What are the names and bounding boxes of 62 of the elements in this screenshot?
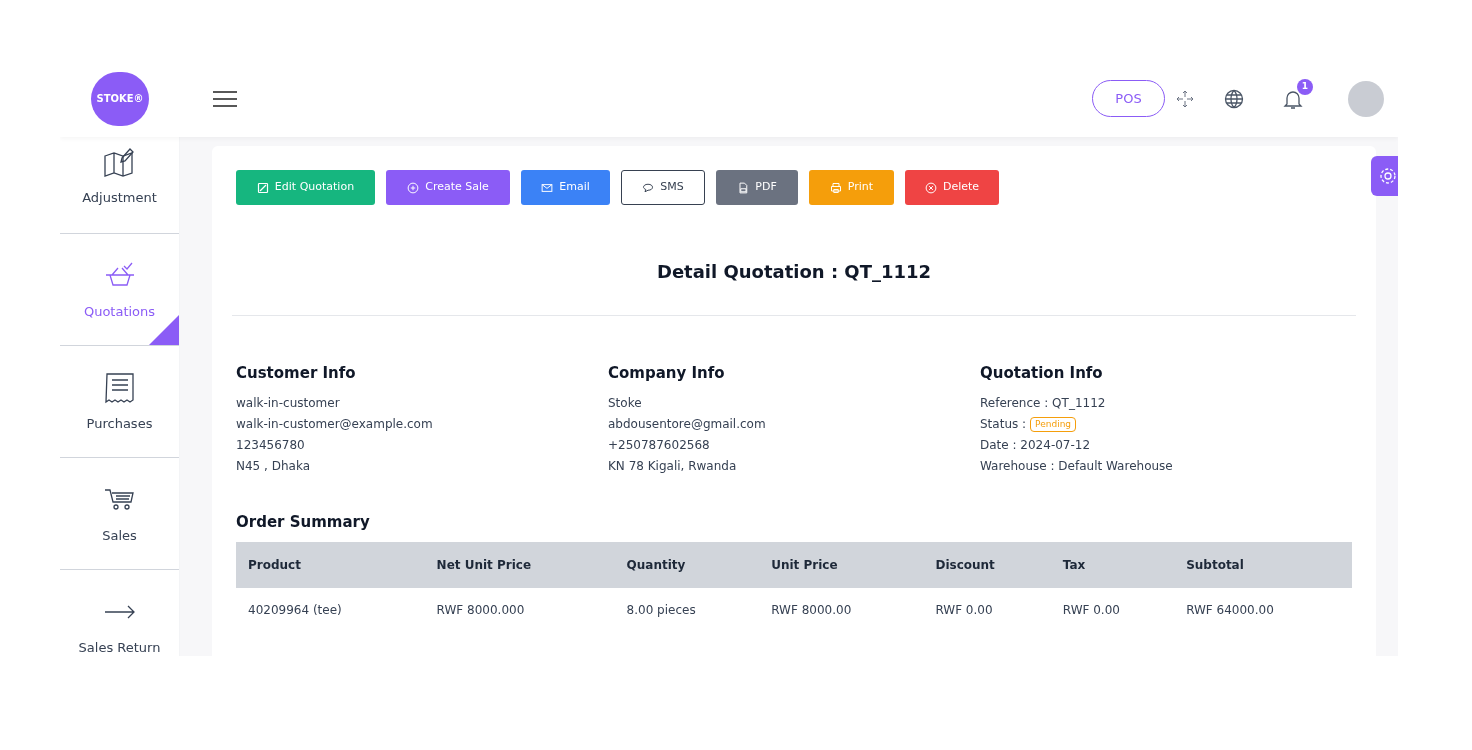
envelope-icon bbox=[541, 181, 554, 194]
section-heading: Company Info bbox=[608, 363, 726, 384]
column-header: Net Unit Price bbox=[424, 542, 615, 588]
info-text: KN 78 Kigali, Rwanda bbox=[608, 457, 738, 475]
action-button[interactable]: Create Sale bbox=[386, 170, 510, 205]
fullscreen-arrows-icon[interactable] bbox=[1175, 88, 1195, 109]
info-text: 123456780 bbox=[236, 436, 306, 454]
action-button[interactable]: PDF bbox=[716, 170, 798, 205]
edit-icon bbox=[256, 181, 269, 194]
section-heading: Order Summary bbox=[236, 511, 371, 533]
column-header: Discount bbox=[923, 542, 1051, 588]
table-cell: RWF 0.00 bbox=[923, 588, 1051, 632]
sidebar-item[interactable]: Sales Return bbox=[60, 570, 179, 656]
section-heading: Customer Info bbox=[236, 363, 357, 384]
document-icon bbox=[737, 181, 750, 194]
logo[interactable]: STOKE® bbox=[91, 71, 149, 126]
sidebar-item[interactable]: Purchases bbox=[60, 346, 179, 458]
sidebar-label: Purchases bbox=[86, 414, 153, 433]
x-circle-icon bbox=[924, 181, 937, 194]
table-cell: RWF 8000.00 bbox=[759, 588, 924, 632]
column-header: Product bbox=[236, 542, 425, 588]
info-text: walk-in-customer bbox=[236, 394, 341, 412]
plus-circle-icon bbox=[407, 181, 420, 194]
info-text: Date : 2024-07-12 bbox=[980, 436, 1092, 454]
info-text: Reference : QT_1112 bbox=[980, 394, 1107, 412]
status-badge: Pending bbox=[1030, 416, 1077, 432]
sidebar-label: Quotations bbox=[83, 302, 156, 321]
info-text: walk-in-customer@example.com bbox=[236, 415, 434, 433]
action-button[interactable]: SMS bbox=[621, 170, 705, 205]
notification-badge: 1 bbox=[1297, 78, 1313, 95]
sidebar-label: Adjustment bbox=[82, 188, 157, 207]
chat-bubble-icon bbox=[642, 181, 655, 194]
globe-icon[interactable] bbox=[1224, 88, 1244, 109]
printer-icon bbox=[829, 181, 842, 194]
table-cell: RWF 64000.00 bbox=[1174, 588, 1352, 632]
info-text: +250787602568 bbox=[608, 436, 711, 454]
table-cell: RWF 0.00 bbox=[1050, 588, 1175, 632]
settings-icon bbox=[1378, 166, 1398, 186]
settings-button[interactable] bbox=[1371, 156, 1398, 196]
action-button[interactable]: Edit Quotation bbox=[236, 170, 375, 205]
sidebar-item[interactable]: Sales bbox=[60, 458, 179, 570]
table-cell: RWF 8000.000 bbox=[424, 588, 615, 632]
section-heading: Quotation Info bbox=[980, 363, 1104, 384]
sidebar-item[interactable]: Quotations bbox=[60, 234, 179, 346]
action-button[interactable]: Email bbox=[521, 170, 610, 205]
column-header: Quantity bbox=[614, 542, 760, 588]
column-header: Tax bbox=[1050, 542, 1175, 588]
info-text: Status : bbox=[980, 416, 1027, 433]
action-button[interactable]: Delete bbox=[905, 170, 999, 205]
sidebar-label: Sales Return bbox=[78, 638, 161, 656]
info-text: Warehouse : Default Warehouse bbox=[980, 457, 1174, 475]
info-text: N45 , Dhaka bbox=[236, 457, 311, 475]
sidebar-label: Sales bbox=[102, 526, 137, 545]
info-text: abdousentore@gmail.com bbox=[608, 415, 767, 433]
info-text: Stoke bbox=[608, 394, 643, 412]
page-title: Detail Quotation : QT_1112 bbox=[655, 260, 933, 284]
column-header: Unit Price bbox=[759, 542, 924, 588]
column-header: Subtotal bbox=[1174, 542, 1352, 588]
table-cell: 40209964 (tee) bbox=[236, 588, 425, 632]
sidebar-item[interactable]: Adjustment bbox=[60, 137, 179, 234]
menu-icon[interactable] bbox=[213, 90, 237, 107]
table-cell: 8.00 pieces bbox=[614, 588, 760, 632]
